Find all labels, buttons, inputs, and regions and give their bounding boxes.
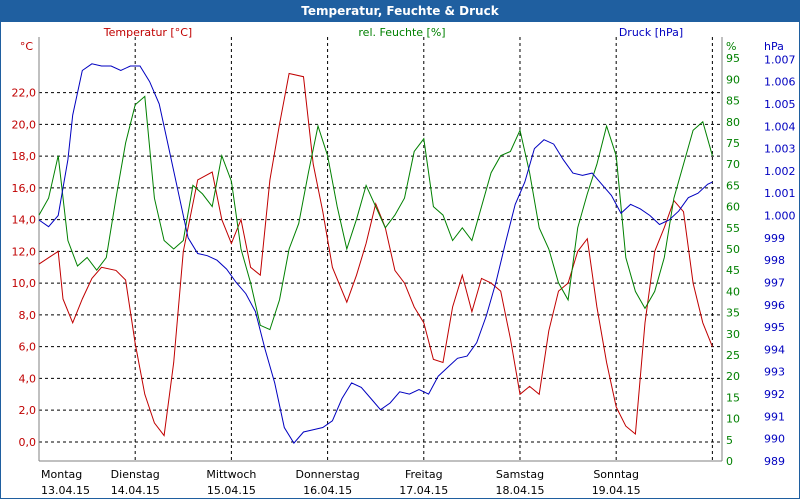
x-tick-day: Montag <box>41 468 82 481</box>
humidity-tick-label: 55 <box>726 222 740 235</box>
temperature-tick-label: 18,0 <box>12 150 37 163</box>
chart-svg: °C Temperatur [°C] rel. Feuchte [%]% Druck … <box>12 26 796 497</box>
humidity-tick-label: 35 <box>726 307 740 320</box>
humidity-tick-label: 60 <box>726 201 740 214</box>
temperature-tick-label: 6,0 <box>19 341 37 354</box>
humidity-tick-label: 75 <box>726 137 740 150</box>
pressure-tick-label: 1.003 <box>764 143 796 156</box>
pressure-unit: hPa <box>764 40 784 53</box>
humidity-tick-label: 30 <box>726 328 740 341</box>
pressure-tick-label: 989 <box>764 455 785 468</box>
humidity-tick-label: 10 <box>726 413 740 426</box>
x-tick-day: Sonntag <box>593 468 639 481</box>
pressure-tick-label: 993 <box>764 366 785 379</box>
humidity-tick-label: 90 <box>726 73 740 86</box>
humidity-tick-label: 20 <box>726 370 740 383</box>
humidity-tick-label: 80 <box>726 116 740 129</box>
temperature-tick-label: 2,0 <box>19 404 37 417</box>
x-tick-day: Freitag <box>405 468 443 481</box>
pressure-tick-label: 1.001 <box>764 187 796 200</box>
x-tick-date: 16.04.15 <box>303 484 352 497</box>
humidity-tick-label: 5 <box>726 434 733 447</box>
humidity-tick-label: 25 <box>726 349 740 362</box>
humidity-tick-label: 50 <box>726 243 740 256</box>
humidity-tick-label: 85 <box>726 95 740 108</box>
pressure-tick-label: 1.004 <box>764 120 796 133</box>
temperature-axis-label: Temperatur [°C] <box>103 26 192 39</box>
pressure-tick-label: 1.000 <box>764 210 796 223</box>
pressure-tick-label: 1.005 <box>764 98 796 111</box>
pressure-tick-label: 995 <box>764 321 785 334</box>
pressure-tick-label: 996 <box>764 299 785 312</box>
humidity-axis-label: rel. Feuchte [%] <box>358 26 445 39</box>
x-tick-date: 18.04.15 <box>495 484 544 497</box>
pressure-tick-label: 991 <box>764 410 785 423</box>
x-tick-date: 19.04.15 <box>592 484 641 497</box>
humidity-tick-label: 70 <box>726 158 740 171</box>
temperature-tick-label: 16,0 <box>12 182 37 195</box>
pressure-tick-label: 1.006 <box>764 76 796 89</box>
x-tick-date: 15.04.15 <box>207 484 256 497</box>
x-tick-day: Donnerstag <box>295 468 359 481</box>
temperature-tick-label: 8,0 <box>19 309 37 322</box>
temperature-tick-label: 14,0 <box>12 214 37 227</box>
temperature-tick-label: 22,0 <box>12 87 37 100</box>
pressure-tick-label: 997 <box>764 276 785 289</box>
pressure-axis-label: Druck [hPa] <box>619 26 683 39</box>
series-line-temperature <box>38 72 713 437</box>
x-tick-day: Mittwoch <box>206 468 256 481</box>
x-tick-day: Samstag <box>496 468 544 481</box>
pressure-tick-label: 994 <box>764 343 785 356</box>
x-tick-date: 14.04.15 <box>111 484 160 497</box>
pressure-tick-label: 1.002 <box>764 165 796 178</box>
temperature-unit: °C <box>20 40 34 53</box>
temperature-tick-label: 0,0 <box>19 436 37 449</box>
temperature-tick-label: 4,0 <box>19 372 37 385</box>
humidity-tick-label: 15 <box>726 391 740 404</box>
humidity-tick-label: 65 <box>726 179 740 192</box>
pressure-tick-label: 992 <box>764 388 785 401</box>
humidity-tick-label: 45 <box>726 264 740 277</box>
x-tick-day: Dienstag <box>111 468 160 481</box>
x-tick-date: 13.04.15 <box>41 484 90 497</box>
pressure-tick-label: 1.007 <box>764 53 796 66</box>
humidity-unit: % <box>726 40 736 53</box>
humidity-tick-label: 0 <box>726 455 733 468</box>
series-line-humidity <box>38 95 713 331</box>
pressure-tick-label: 999 <box>764 232 785 245</box>
humidity-tick-label: 95 <box>726 52 740 65</box>
pressure-tick-label: 998 <box>764 254 785 267</box>
humidity-tick-label: 40 <box>726 285 740 298</box>
temperature-tick-label: 12,0 <box>12 245 37 258</box>
temperature-tick-label: 20,0 <box>12 118 37 131</box>
pressure-tick-label: 990 <box>764 433 785 446</box>
temperature-tick-label: 10,0 <box>12 277 37 290</box>
x-tick-date: 17.04.15 <box>399 484 448 497</box>
